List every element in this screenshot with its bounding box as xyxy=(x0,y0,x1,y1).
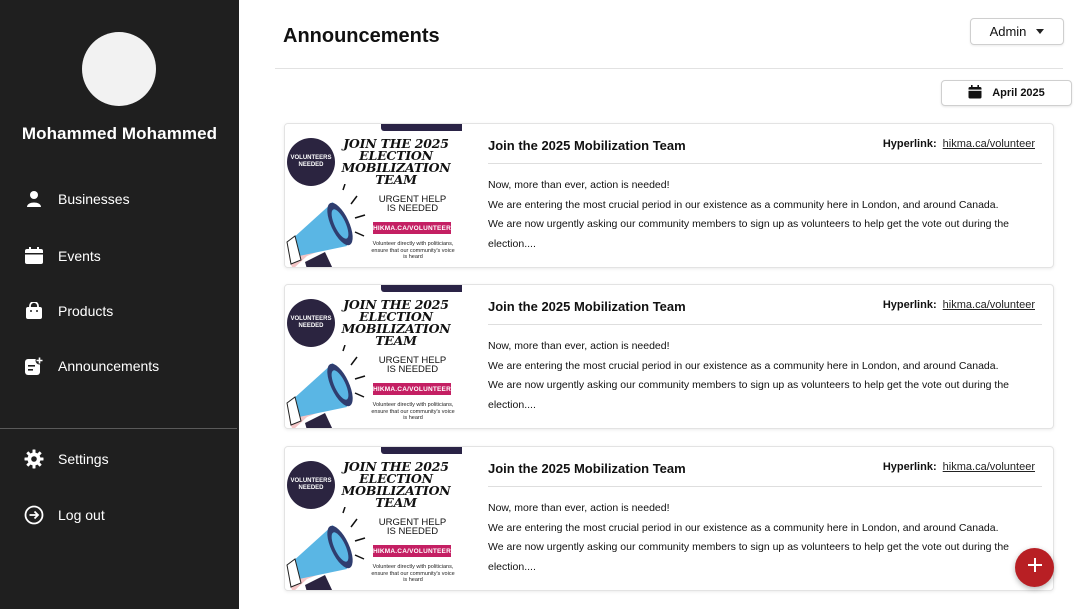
announcement-image: VOLUNTEERS NEEDED JOIN THE 2025 ELECTION… xyxy=(285,124,462,267)
role-select[interactable]: Admin xyxy=(970,18,1064,45)
sidebar-item-businesses[interactable]: Businesses xyxy=(22,186,130,212)
body-line-2: We are entering the most crucial period … xyxy=(488,359,999,372)
announcement-hyperlink: Hyperlink: hikma.ca/volunteer xyxy=(883,299,1035,311)
shopping-bag-icon xyxy=(22,299,46,323)
hyperlink-label: Hyperlink: xyxy=(882,461,937,473)
sidebar-item-label: Businesses xyxy=(58,191,130,207)
announcement-body: Now, more than ever, action is needed! W… xyxy=(488,176,1028,254)
poster-caption: Volunteer directly with politicians, ens… xyxy=(371,241,455,260)
announcement-title: Join the 2025 Mobilization Team xyxy=(488,299,686,314)
announcement-title: Join the 2025 Mobilization Team xyxy=(488,138,686,153)
month-filter-button[interactable]: April 2025 xyxy=(941,80,1072,106)
announcement-title: Join the 2025 Mobilization Team xyxy=(488,461,686,476)
announcement-hyperlink: Hyperlink: hikma.ca/volunteer xyxy=(883,461,1035,473)
card-divider xyxy=(488,486,1042,487)
announcement-hyperlink: Hyperlink: hikma.ca/volunteer xyxy=(883,138,1035,150)
announcement-card[interactable]: VOLUNTEERS NEEDED JOIN THE 2025 ELECTION… xyxy=(284,123,1054,268)
poster-headline: JOIN THE 2025 ELECTION MOBILIZATION TEAM xyxy=(341,136,451,187)
caret-down-icon xyxy=(1036,29,1045,34)
announcement-image: VOLUNTEERS NEEDED JOIN THE 2025 ELECTION… xyxy=(285,447,462,590)
hyperlink-label: Hyperlink: xyxy=(882,299,937,311)
sidebar-item-settings[interactable]: Settings xyxy=(22,446,109,472)
poster-headline: JOIN THE 2025 ELECTION MOBILIZATION TEAM xyxy=(341,297,451,348)
sidebar-item-logout[interactable]: Log out xyxy=(22,502,105,528)
announcement-body: Now, more than ever, action is needed! W… xyxy=(488,499,1028,577)
body-line-3: We are now urgently asking our community… xyxy=(488,379,1010,411)
body-line-3: We are now urgently asking our community… xyxy=(488,541,1010,573)
sidebar-item-products[interactable]: Products xyxy=(22,298,113,324)
poster-caption: Volunteer directly with politicians, ens… xyxy=(371,564,455,583)
sidebar-item-announcements[interactable]: Announcements xyxy=(22,353,159,379)
header-divider xyxy=(275,68,1063,69)
sidebar: Mohammed Mohammed Businesses Events Prod… xyxy=(0,0,239,609)
add-announcement-button[interactable] xyxy=(1015,548,1054,587)
card-divider xyxy=(488,324,1042,325)
poster-badge: VOLUNTEERS NEEDED xyxy=(287,299,335,347)
poster-urgent: URGENT HELP IS NEEDED xyxy=(378,355,447,375)
sidebar-item-events[interactable]: Events xyxy=(22,243,101,269)
sidebar-divider xyxy=(0,428,237,429)
body-line-2: We are entering the most crucial period … xyxy=(488,198,999,211)
poster-tag: HIKMA.CA/VOLUNTEER xyxy=(373,545,451,557)
calendar-icon xyxy=(968,84,982,102)
hyperlink-link[interactable]: hikma.ca/volunteer xyxy=(943,299,1035,311)
body-line-2: We are entering the most crucial period … xyxy=(488,521,999,534)
card-divider xyxy=(488,163,1042,164)
body-line-3: We are now urgently asking our community… xyxy=(488,218,1010,250)
body-line-1: Now, more than ever, action is needed! xyxy=(488,179,670,191)
poster-caption: Volunteer directly with politicians, ens… xyxy=(371,402,455,421)
logout-icon xyxy=(22,503,46,527)
sidebar-item-label: Events xyxy=(58,248,101,264)
announcement-card[interactable]: VOLUNTEERS NEEDED JOIN THE 2025 ELECTION… xyxy=(284,446,1054,591)
body-line-1: Now, more than ever, action is needed! xyxy=(488,340,670,352)
hyperlink-link[interactable]: hikma.ca/volunteer xyxy=(943,461,1035,473)
announcement-body: Now, more than ever, action is needed! W… xyxy=(488,337,1028,415)
avatar[interactable] xyxy=(82,32,156,106)
announcement-card[interactable]: VOLUNTEERS NEEDED JOIN THE 2025 ELECTION… xyxy=(284,284,1054,429)
calendar-icon xyxy=(22,244,46,268)
poster-tag: HIKMA.CA/VOLUNTEER xyxy=(373,222,451,234)
megaphone-icon xyxy=(286,184,366,267)
announcement-add-icon xyxy=(22,354,46,378)
poster-headline: JOIN THE 2025 ELECTION MOBILIZATION TEAM xyxy=(341,459,451,510)
person-icon xyxy=(22,187,46,211)
hyperlink-label: Hyperlink: xyxy=(882,138,937,150)
sidebar-item-label: Settings xyxy=(58,451,109,467)
plus-icon xyxy=(1027,557,1043,578)
hyperlink-link[interactable]: hikma.ca/volunteer xyxy=(943,138,1035,150)
sidebar-item-label: Log out xyxy=(58,507,105,523)
poster-urgent: URGENT HELP IS NEEDED xyxy=(378,194,447,214)
poster-tag: HIKMA.CA/VOLUNTEER xyxy=(373,383,451,395)
sidebar-item-label: Products xyxy=(58,303,114,319)
role-select-value: Admin xyxy=(989,24,1027,39)
body-line-1: Now, more than ever, action is needed! xyxy=(488,502,670,514)
megaphone-icon xyxy=(286,507,366,590)
announcement-image: VOLUNTEERS NEEDED JOIN THE 2025 ELECTION… xyxy=(285,285,462,428)
sidebar-item-label: Announcements xyxy=(58,358,160,374)
poster-badge: VOLUNTEERS NEEDED xyxy=(287,138,335,186)
poster-urgent: URGENT HELP IS NEEDED xyxy=(378,517,447,537)
page-title: Announcements xyxy=(283,25,440,47)
poster-badge: VOLUNTEERS NEEDED xyxy=(287,461,335,509)
megaphone-icon xyxy=(286,345,366,428)
month-filter-label: April 2025 xyxy=(992,87,1045,99)
user-name: Mohammed Mohammed xyxy=(21,124,218,143)
gear-icon xyxy=(22,447,46,471)
